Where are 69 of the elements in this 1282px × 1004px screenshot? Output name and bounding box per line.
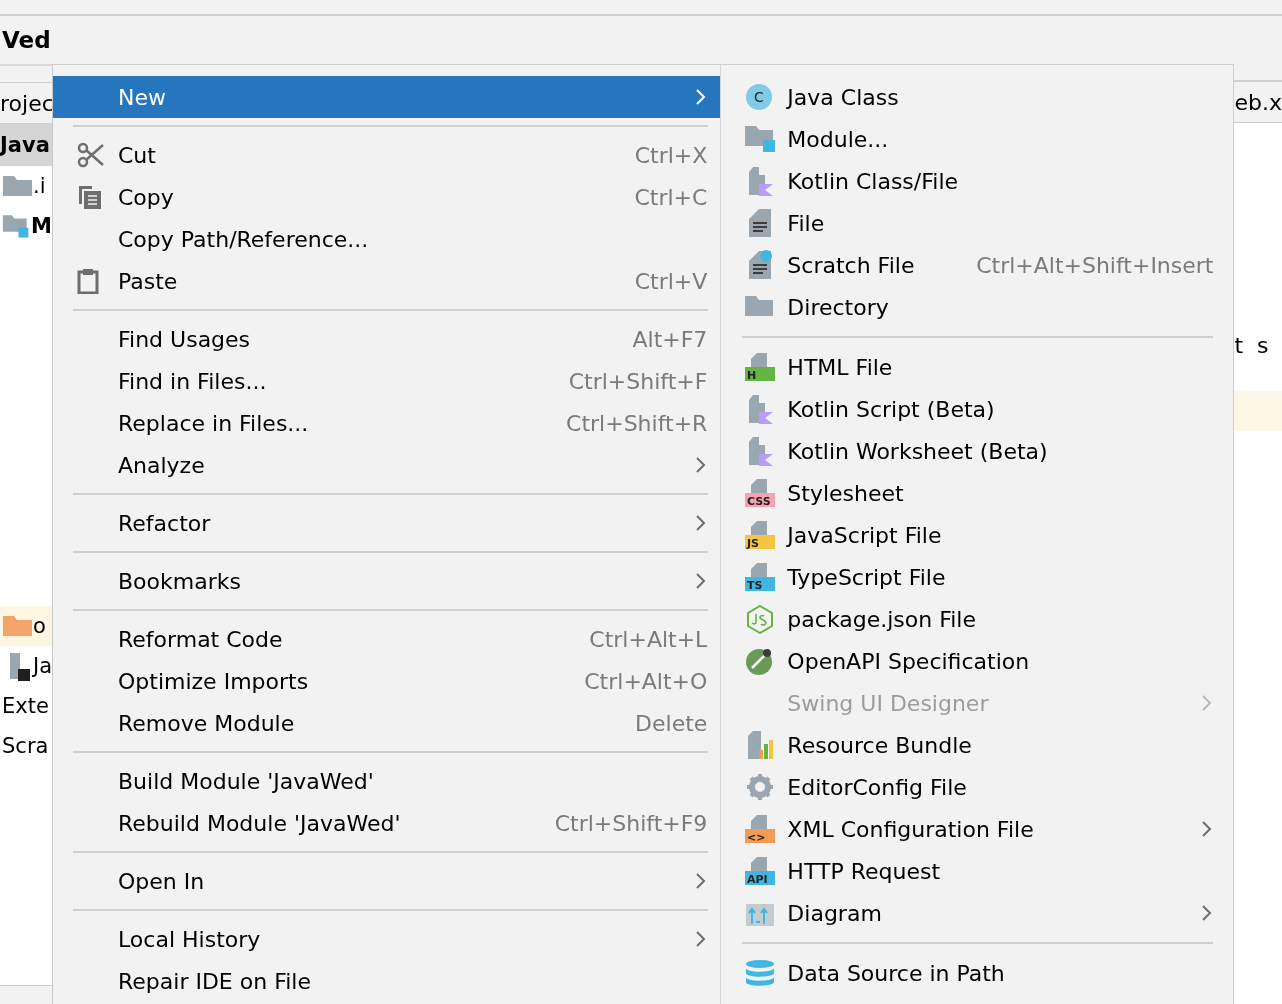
hexagon-icon <box>745 604 776 634</box>
menu-item[interactable]: Paste Ctrl+V <box>53 260 721 302</box>
tree-item[interactable]: o <box>0 606 52 646</box>
gear-icon <box>745 772 776 802</box>
shortcut-label: Ctrl+Alt+L <box>589 626 708 652</box>
tree-item[interactable]: Exte <box>0 686 52 726</box>
menu-item[interactable]: Refactor <box>53 502 721 544</box>
project-title: Ved <box>2 27 51 53</box>
menu-item[interactable]: Analyze <box>53 444 721 486</box>
menu-item[interactable]: TS TypeScript File <box>721 556 1234 598</box>
module-folder-icon <box>2 214 30 238</box>
menu-item[interactable]: Open In <box>53 860 721 902</box>
menu-item[interactable]: Repair IDE on File <box>53 960 721 1002</box>
menu-item[interactable]: File <box>721 202 1234 244</box>
menu-item[interactable]: H HTML File <box>721 346 1234 388</box>
shortcut-label: Alt+F7 <box>632 326 708 352</box>
menu-item[interactable]: Directory <box>721 286 1234 328</box>
menu-item[interactable]: Diagram <box>721 892 1234 934</box>
menu-item[interactable]: Kotlin Worksheet (Beta) <box>721 430 1234 472</box>
menu-item[interactable]: Kotlin Class/File <box>721 160 1234 202</box>
menu-item[interactable]: Copy Path/Reference... <box>53 218 721 260</box>
shortcut-label: Ctrl+Shift+F <box>568 368 708 394</box>
menu-item[interactable]: Optimize Imports Ctrl+Alt+O <box>53 660 721 702</box>
menu-item[interactable]: Cut Ctrl+X <box>53 134 721 176</box>
database-icon <box>745 958 776 988</box>
scissors-icon <box>77 142 105 168</box>
menu-item[interactable]: API HTTP Request <box>721 850 1234 892</box>
menu-item[interactable]: Copy Ctrl+C <box>53 176 721 218</box>
menu-item[interactable]: Kotlin Script (Beta) <box>721 388 1234 430</box>
menu-item[interactable]: package.json File <box>721 598 1234 640</box>
menu-item[interactable]: Find in Files... Ctrl+Shift+F <box>53 360 721 402</box>
menu-item[interactable]: Remove Module Delete <box>53 702 721 744</box>
code-line: t s <box>1234 331 1270 360</box>
shortcut-label: Ctrl+Alt+Shift+Insert <box>976 252 1214 278</box>
menu-item[interactable]: EditorConfig File <box>721 766 1234 808</box>
module-folder-icon <box>745 124 776 154</box>
menu-item[interactable]: Replace in Files... Ctrl+Shift+R <box>53 402 721 444</box>
copy-icon <box>77 184 103 210</box>
shortcut-label: Ctrl+Alt+O <box>584 668 708 694</box>
menu-item[interactable]: Build Module 'JavaWed' <box>53 760 721 802</box>
shortcut-label: Ctrl+V <box>634 268 708 294</box>
bar-chart-file-icon <box>745 730 776 760</box>
shortcut-label: Ctrl+C <box>634 184 708 210</box>
menu-item[interactable]: Resource Bundle <box>721 724 1234 766</box>
menu-item[interactable]: JS JavaScript File <box>721 514 1234 556</box>
menu-item[interactable]: Scratch File Ctrl+Alt+Shift+Insert <box>721 244 1234 286</box>
menu-item[interactable]: Reformat Code Ctrl+Alt+L <box>53 618 721 660</box>
tree-item[interactable]: .i <box>0 166 52 206</box>
folder-icon <box>2 175 32 197</box>
folder-icon <box>2 615 32 637</box>
menu-item[interactable]: Find Usages Alt+F7 <box>53 318 721 360</box>
menu-item[interactable]: C Java Class <box>721 76 1234 118</box>
menu-item[interactable]: Rebuild Module 'JavaWed' Ctrl+Shift+F9 <box>53 802 721 844</box>
tree-item[interactable]: Scra <box>0 726 52 766</box>
menu-item[interactable]: Bookmarks <box>53 560 721 602</box>
shortcut-label: Ctrl+Shift+R <box>566 410 708 436</box>
menu-item[interactable]: Local History <box>53 918 721 960</box>
menu-item[interactable]: New <box>53 76 721 118</box>
menu-item[interactable]: OpenAPI Specification <box>721 640 1234 682</box>
menu-item[interactable]: CSS Stylesheet <box>721 472 1234 514</box>
tree-item[interactable]: M <box>0 206 52 246</box>
shortcut-label: Ctrl+Shift+F9 <box>554 810 708 836</box>
menu-item[interactable]: <> XML Configuration File <box>721 808 1234 850</box>
shortcut-label: Delete <box>635 710 708 736</box>
clipboard-icon <box>77 268 99 294</box>
tree-item[interactable]: Ja <box>0 646 52 686</box>
shortcut-label: Ctrl+X <box>634 142 708 168</box>
menu-item[interactable]: Module... <box>721 118 1234 160</box>
menu-item[interactable]: Data Source in Path <box>721 952 1234 994</box>
